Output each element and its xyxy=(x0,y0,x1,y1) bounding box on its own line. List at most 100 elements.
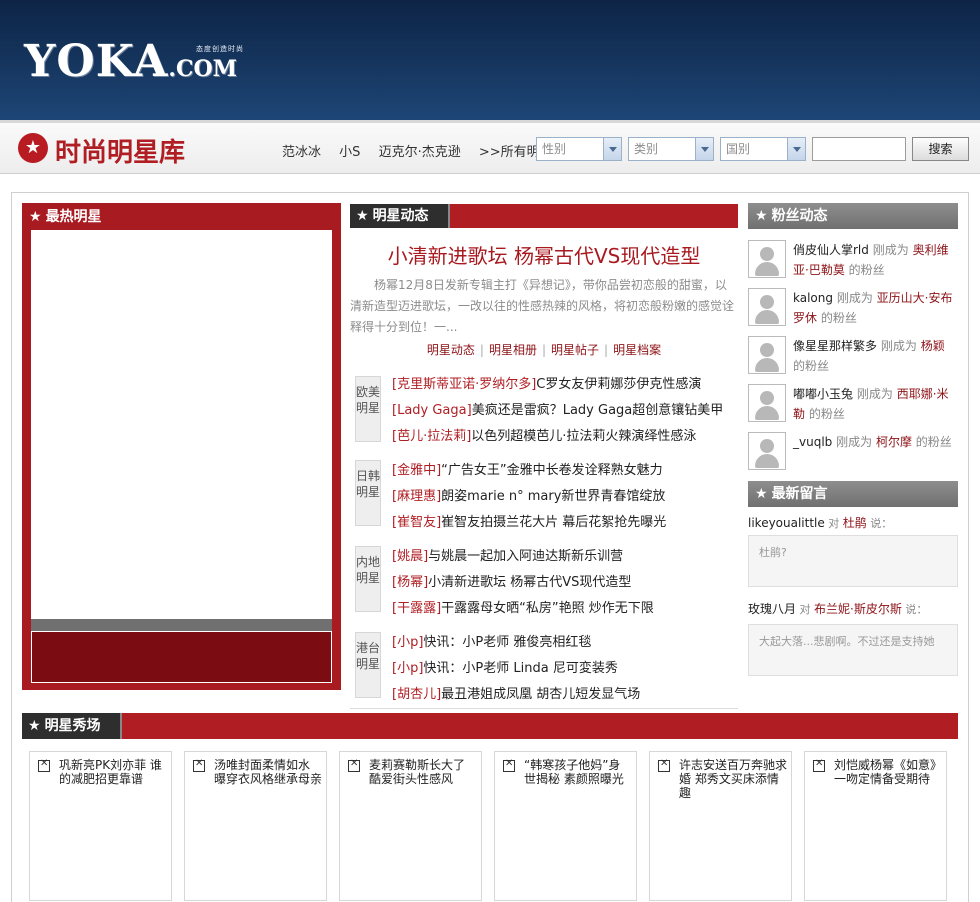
fan-suffix-text: 的粉丝 xyxy=(915,435,952,449)
news-item-tag[interactable]: [小p] xyxy=(392,661,423,676)
news-item-text[interactable]: 崔智友拍摄兰花大片 幕后花絮抢先曝光 xyxy=(441,515,666,530)
avatar[interactable] xyxy=(748,240,786,278)
star-news-header: ★ 明星动态 xyxy=(350,204,738,228)
news-item-tag[interactable]: [麻理惠] xyxy=(392,489,441,504)
show-card[interactable]: 麦莉赛勒斯长大了 酷爱街头性感风 xyxy=(339,751,482,901)
link-star-posts[interactable]: 明星帖子 xyxy=(551,343,599,357)
star-icon: ★ xyxy=(755,486,768,502)
message-said-text: 说： xyxy=(905,603,928,616)
news-item[interactable]: [崔智友]崔智友拍摄兰花大片 幕后花絮抢先曝光 xyxy=(392,511,732,531)
news-item-tag[interactable]: [Lady Gaga] xyxy=(392,403,472,418)
news-item[interactable]: [金雅中]“广告女王”金雅中长卷发诠释熟女魅力 xyxy=(392,459,732,479)
country-select[interactable]: 国别 xyxy=(720,137,806,161)
show-card[interactable]: 汤唯封面柔情如水 曝穿衣风格继承母亲 xyxy=(184,751,327,901)
news-item[interactable]: [干露露]干露露母女晒“私房”艳照 炒作无下限 xyxy=(392,597,732,617)
show-card-caption[interactable]: 汤唯封面柔情如水 曝穿衣风格继承母亲 xyxy=(214,758,322,786)
news-item-text[interactable]: 快讯：小P老师 雅俊亮相红毯 xyxy=(423,635,591,650)
news-headline[interactable]: 小清新进歌坛 杨幂古代VS现代造型 xyxy=(350,240,738,269)
show-card-caption[interactable]: “韩寒孩子他妈”身世揭秘 素颜照曝光 xyxy=(524,758,632,786)
show-card-caption[interactable]: 麦莉赛勒斯长大了 酷爱街头性感风 xyxy=(369,758,477,786)
avatar[interactable] xyxy=(748,384,786,422)
tab-star-news[interactable]: ★ 明星动态 xyxy=(350,204,450,228)
news-item[interactable]: [小p]快讯：小P老师 雅俊亮相红毯 xyxy=(392,631,732,651)
category-label-japan-korea: 日韩明星 xyxy=(355,460,381,526)
news-item[interactable]: [麻理惠]朗姿marie n° mary新世界青春馆绽放 xyxy=(392,485,732,505)
news-item-tag[interactable]: [杨幂] xyxy=(392,575,428,590)
fan-became-text: 刚成为 xyxy=(836,435,873,449)
news-item[interactable]: [胡杏儿]最丑港姐成凤凰 胡杏儿短发显气场 xyxy=(392,683,732,703)
fan-suffix-text: 的粉丝 xyxy=(848,263,885,277)
news-item-tag[interactable]: [胡杏儿] xyxy=(392,687,441,702)
fan-activity-text: kalong 刚成为 亚历山大·安布罗休 的粉丝 xyxy=(793,288,959,328)
news-item-text[interactable]: 快讯：小P老师 Linda 尼可変装秀 xyxy=(423,661,617,676)
quick-link[interactable]: 范冰冰 xyxy=(282,145,321,160)
tab-star-show[interactable]: ★ 明星秀场 xyxy=(22,713,122,739)
news-item-text[interactable]: 以色列超模芭儿·拉法莉火辣演绎性感泳 xyxy=(471,429,696,444)
news-item-tag[interactable]: [小p] xyxy=(392,635,423,650)
news-item[interactable]: [克里斯蒂亚诺·罗纳尔多]C罗女友伊莉娜莎伊克性感演 xyxy=(392,373,732,393)
news-item-text[interactable]: 最丑港姐成凤凰 胡杏儿短发显气场 xyxy=(441,687,640,702)
fan-activity-text: 俏皮仙人掌rld 刚成为 奥利维亚·巴勒莫 的粉丝 xyxy=(793,240,959,280)
news-item[interactable]: [小p]快讯：小P老师 Linda 尼可変装秀 xyxy=(392,657,732,677)
news-item-text[interactable]: 小清新进歌坛 杨幂古代VS现代造型 xyxy=(428,575,631,590)
news-item-text[interactable]: 与姚晨一起加入阿迪达斯新乐训营 xyxy=(428,549,623,564)
avatar[interactable] xyxy=(748,336,786,374)
news-item-text[interactable]: 朗姿marie n° mary新世界青春馆绽放 xyxy=(441,489,665,504)
quick-link[interactable]: 小S xyxy=(339,145,360,160)
gender-select-value: 性别 xyxy=(542,142,567,156)
message-username[interactable]: 玫瑰八月 xyxy=(748,602,796,616)
news-item-text[interactable]: 美疯还是雷疯？Lady Gaga超创意镶钻美甲 xyxy=(472,403,724,418)
fan-activity-item: kalong 刚成为 亚历山大·安布罗休 的粉丝 xyxy=(748,288,958,328)
news-item-tag[interactable]: [崔智友] xyxy=(392,515,441,530)
news-item-tag[interactable]: [芭儿·拉法莉] xyxy=(392,429,471,444)
category-select[interactable]: 类别 xyxy=(628,137,714,161)
show-card[interactable]: “韩寒孩子他妈”身世揭秘 素颜照曝光 xyxy=(494,751,637,901)
news-item-text[interactable]: “广告女王”金雅中长卷发诠释熟女魅力 xyxy=(441,463,662,478)
broken-image-icon xyxy=(503,758,515,772)
news-item-text[interactable]: 干露露母女晒“私房”艳照 炒作无下限 xyxy=(441,601,654,616)
news-item-tag[interactable]: [姚晨] xyxy=(392,549,428,564)
broken-image-icon xyxy=(813,758,825,772)
news-item[interactable]: [芭儿·拉法莉]以色列超模芭儿·拉法莉火辣演绎性感泳 xyxy=(392,425,732,445)
avatar[interactable] xyxy=(748,288,786,326)
fan-star-link[interactable]: 杨颖 xyxy=(921,339,945,353)
message-bubble: 大起大落...悲剧啊。不过还是支持她 xyxy=(748,624,958,676)
fan-username[interactable]: 像星星那样繁多 xyxy=(793,339,877,353)
search-button[interactable]: 搜索 xyxy=(912,137,969,161)
message-to-text: 对 xyxy=(828,517,840,530)
show-card[interactable]: 许志安送百万奔驰求婚 郑秀文买床添情趣 xyxy=(649,751,792,901)
gender-select[interactable]: 性别 xyxy=(536,137,622,161)
fan-star-link[interactable]: 柯尔摩 xyxy=(876,435,912,449)
fan-username[interactable]: kalong xyxy=(793,291,833,305)
news-item-tag[interactable]: [金雅中] xyxy=(392,463,441,478)
show-card[interactable]: 刘恺威杨幂《如意》一吻定情备受期待 xyxy=(804,751,947,901)
hottest-star-photo[interactable] xyxy=(31,230,332,619)
quick-link[interactable]: 迈克尔·杰克逊 xyxy=(379,145,461,160)
show-card-caption[interactable]: 巩新亮PK刘亦菲 谁的减肥招更靠谱 xyxy=(59,758,167,786)
news-item-tag[interactable]: [克里斯蒂亚诺·罗纳尔多] xyxy=(392,377,536,392)
show-card[interactable]: 巩新亮PK刘亦菲 谁的减肥招更靠谱 xyxy=(29,751,172,901)
message-star-link[interactable]: 杜鹃 xyxy=(843,516,867,530)
message-said-text: 说： xyxy=(870,517,893,530)
fan-username[interactable]: _vuqlb xyxy=(793,435,832,449)
show-card-caption[interactable]: 刘恺威杨幂《如意》一吻定情备受期待 xyxy=(834,758,942,786)
news-item-text[interactable]: C罗女友伊莉娜莎伊克性感演 xyxy=(536,377,701,392)
fan-username[interactable]: 俏皮仙人掌rld xyxy=(793,243,869,257)
link-star-profile[interactable]: 明星档案 xyxy=(613,343,661,357)
message-star-link[interactable]: 布兰妮·斯皮尔斯 xyxy=(814,602,902,616)
message-username[interactable]: likeyoualittle xyxy=(748,516,825,530)
show-card-caption[interactable]: 许志安送百万奔驰求婚 郑秀文买床添情趣 xyxy=(679,758,787,800)
avatar[interactable] xyxy=(748,432,786,470)
link-star-album[interactable]: 明星相册 xyxy=(489,343,537,357)
news-item[interactable]: [杨幂]小清新进歌坛 杨幂古代VS现代造型 xyxy=(392,571,732,591)
search-input[interactable] xyxy=(812,137,906,161)
star-show-title: 明星秀场 xyxy=(44,718,101,734)
user-silhouette-body xyxy=(755,262,779,276)
broken-image-icon xyxy=(38,758,50,772)
news-item-tag[interactable]: [干露露] xyxy=(392,601,441,616)
fan-username[interactable]: 嘟嘟小玉兔 xyxy=(793,387,853,401)
news-item[interactable]: [姚晨]与姚晨一起加入阿迪达斯新乐训营 xyxy=(392,545,732,565)
news-item[interactable]: [Lady Gaga]美疯还是雷疯？Lady Gaga超创意镶钻美甲 xyxy=(392,399,732,419)
user-silhouette-body xyxy=(755,406,779,420)
link-star-news[interactable]: 明星动态 xyxy=(427,343,475,357)
